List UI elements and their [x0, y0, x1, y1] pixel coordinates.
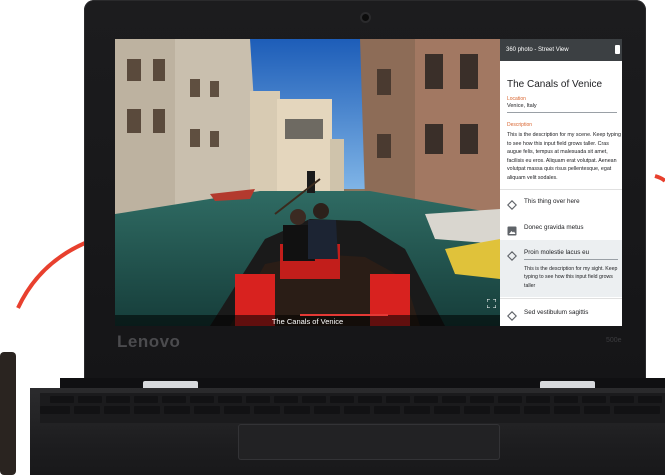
phone-icon[interactable]: [615, 45, 620, 54]
poi-item[interactable]: This thing over here: [500, 189, 622, 215]
image-icon: [507, 223, 517, 236]
location-underline: [507, 112, 617, 113]
model-label: 500e: [606, 337, 622, 344]
diamond-icon: [507, 248, 517, 261]
poi-description-field[interactable]: This is the description for my sight. Ke…: [524, 265, 622, 290]
info-panel: 360 photo - Street View The Canals of Ve…: [500, 39, 622, 326]
panel-header-label: 360 photo - Street View: [506, 47, 569, 53]
poi-label: This thing over here: [524, 198, 580, 205]
diamond-icon: [507, 197, 517, 210]
panel-divider: [500, 298, 622, 299]
photo-caption: The Canals of Venice: [271, 317, 344, 326]
brand-logo: Lenovo: [117, 332, 181, 351]
touchpad: [238, 424, 500, 460]
laptop-screen: The Canals of Venice 360 photo - Street …: [115, 39, 622, 326]
panel-header: 360 photo - Street View: [500, 39, 622, 61]
poi-label-underline: [524, 259, 618, 260]
location-label: Location: [507, 96, 526, 102]
poi-item[interactable]: Donec gravida metus: [500, 215, 622, 241]
location-field[interactable]: Venice, Italy: [507, 103, 537, 109]
place-title[interactable]: The Canals of Venice: [507, 79, 602, 90]
poi-label: Proin molestie lacus eu: [524, 249, 590, 256]
description-field[interactable]: This is the description for my scene. Ke…: [507, 131, 622, 183]
fullscreen-icon[interactable]: [486, 298, 497, 309]
caption-progress: [300, 314, 388, 316]
webcam-icon: [362, 14, 369, 21]
diamond-icon: [507, 308, 517, 321]
poi-item-selected[interactable]: Proin molestie lacus eu This is the desc…: [500, 240, 622, 297]
poi-label: Donec gravida metus: [524, 224, 584, 231]
keyboard: [40, 393, 665, 423]
description-label: Description: [507, 122, 533, 128]
poi-label: Sed vestibulum sagittis: [524, 309, 589, 316]
product-photo: Lenovo 500e The Canals of Venice 360 pho…: [0, 0, 665, 475]
street-view-photo[interactable]: [115, 39, 500, 326]
poi-item[interactable]: Sed vestibulum sagittis: [500, 300, 622, 326]
